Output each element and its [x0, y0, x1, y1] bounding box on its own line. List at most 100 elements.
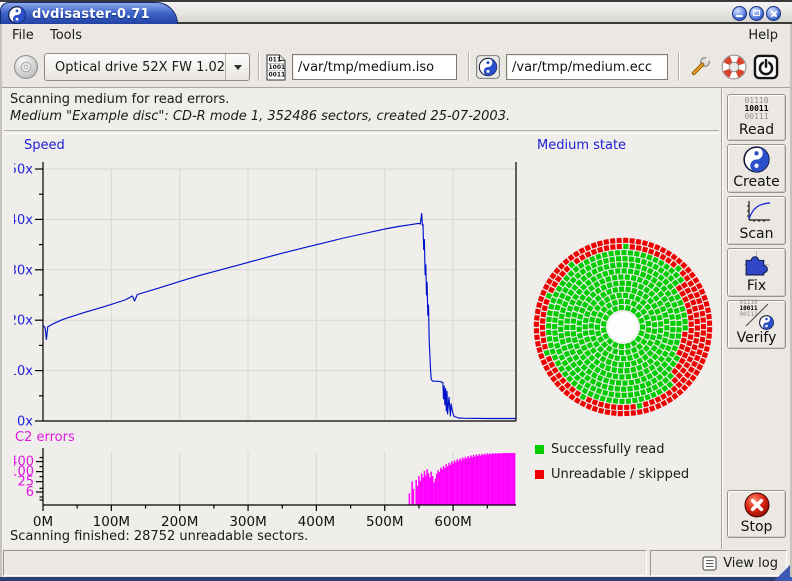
help-button[interactable]	[720, 53, 748, 81]
close-button[interactable]	[766, 6, 781, 21]
maximize-button[interactable]	[749, 6, 764, 21]
disc-sector	[583, 289, 590, 296]
disc-sector	[589, 317, 595, 323]
disc-sector	[603, 239, 609, 245]
disc-sector	[602, 350, 609, 357]
drive-combobox[interactable]: Optical drive 52X FW 1.02	[44, 53, 250, 81]
disc-sector	[638, 317, 644, 323]
disc-sector	[591, 310, 598, 317]
verify-button[interactable]: 011101001100111 Verify	[727, 300, 786, 349]
disc-sector	[676, 285, 683, 292]
minimize-button[interactable]	[732, 6, 747, 21]
disc-sector	[685, 302, 691, 308]
disc-sector	[629, 238, 635, 244]
disc-sector	[591, 242, 598, 249]
disc-sector	[646, 387, 653, 394]
disc-sector	[643, 314, 650, 321]
disc-sector	[584, 311, 591, 318]
fix-button[interactable]: Fix	[727, 248, 786, 297]
disc-sector	[576, 384, 583, 391]
disc-sector	[573, 250, 580, 257]
disc-sector	[618, 411, 623, 416]
dvdisaster-window: dvdisaster-0.71 File Tools Help Optical	[0, 0, 792, 581]
disc-sector	[699, 358, 706, 365]
disc-sector	[680, 367, 687, 374]
disc-sector	[688, 334, 694, 340]
disc-sector	[627, 386, 633, 392]
c2-errors-title: C2 errors	[15, 430, 75, 445]
disc-sector	[670, 327, 675, 332]
disc-sector	[695, 325, 700, 330]
ecc-file-button[interactable]	[474, 53, 502, 81]
disc-sector	[637, 277, 644, 284]
status-line-2: Medium "Example disc": CD-R mode 1, 3524…	[10, 109, 510, 124]
chevron-down-icon	[234, 65, 242, 74]
disc-sector	[611, 410, 617, 416]
title-tab[interactable]: dvdisaster-0.71	[0, 2, 178, 26]
disc-sector	[630, 404, 636, 410]
titlebar[interactable]: dvdisaster-0.71	[0, 0, 792, 24]
scan-graph-icon	[743, 197, 771, 226]
disc-sector	[611, 367, 617, 373]
c2-bar	[418, 476, 420, 505]
scan-button[interactable]: Scan	[727, 196, 786, 245]
toolbar-separator	[678, 52, 680, 81]
read-button[interactable]: 011101001100111 Read	[727, 94, 786, 141]
disc-sector	[640, 271, 647, 278]
disc-sector	[663, 331, 669, 337]
disc-sector	[684, 371, 691, 378]
disc-sector	[626, 398, 631, 403]
disc-sector	[646, 327, 652, 333]
preferences-button[interactable]	[686, 53, 714, 81]
disc-sector	[590, 385, 597, 392]
disc-sector	[660, 306, 667, 313]
disc-sector	[567, 305, 573, 311]
disc-sector	[586, 342, 593, 349]
stop-button[interactable]: Stop	[727, 490, 786, 538]
disc-sector	[564, 295, 571, 302]
disc-sector	[641, 265, 648, 272]
disc-sector	[701, 330, 706, 335]
iso-path-input[interactable]	[292, 54, 457, 80]
disc-sector	[559, 333, 565, 339]
disc-sector	[636, 239, 642, 245]
disc-sector	[625, 374, 631, 380]
disc-sector	[643, 401, 649, 407]
scan-result-text: Scanning finished: 28752 unreadable sect…	[10, 529, 308, 544]
read-button-label: Read	[739, 122, 774, 138]
ecc-file-yinyang-icon	[475, 54, 501, 80]
c2-bar	[495, 453, 497, 505]
disc-sector	[659, 254, 666, 261]
iso-file-button[interactable]: 011 10011 00111	[264, 53, 288, 81]
disc-sector	[556, 298, 563, 305]
disc-sector	[602, 390, 608, 396]
disc-sector	[640, 252, 646, 258]
disc-sector	[538, 353, 545, 360]
disc-sector	[707, 321, 712, 326]
speed-axes	[35, 162, 516, 421]
disc-sector	[686, 340, 692, 346]
menu-help[interactable]: Help	[742, 26, 784, 45]
menu-tools[interactable]: Tools	[44, 26, 88, 45]
disc-sector	[648, 248, 655, 255]
disc-sector	[599, 356, 606, 363]
disc-sector	[658, 260, 665, 267]
create-button[interactable]: Create	[727, 144, 786, 193]
maximize-icon	[753, 10, 760, 16]
disc-sector	[559, 292, 566, 299]
disc-sector	[546, 323, 551, 328]
ecc-path-input[interactable]	[506, 54, 668, 80]
view-log-button[interactable]: View log	[650, 550, 787, 576]
disc-sector	[650, 315, 656, 321]
disc-sector	[551, 281, 558, 288]
drive-combobox-arrow[interactable]	[225, 54, 249, 80]
disc-sector	[597, 375, 604, 382]
menu-file[interactable]: File	[6, 26, 40, 45]
drive-select-button[interactable]	[12, 53, 40, 81]
stop-icon	[743, 491, 771, 519]
c2-bar	[461, 460, 463, 505]
disc-sector	[654, 251, 661, 258]
quit-button[interactable]	[752, 53, 780, 81]
disc-sector	[602, 314, 609, 321]
disc-sector	[554, 304, 560, 310]
